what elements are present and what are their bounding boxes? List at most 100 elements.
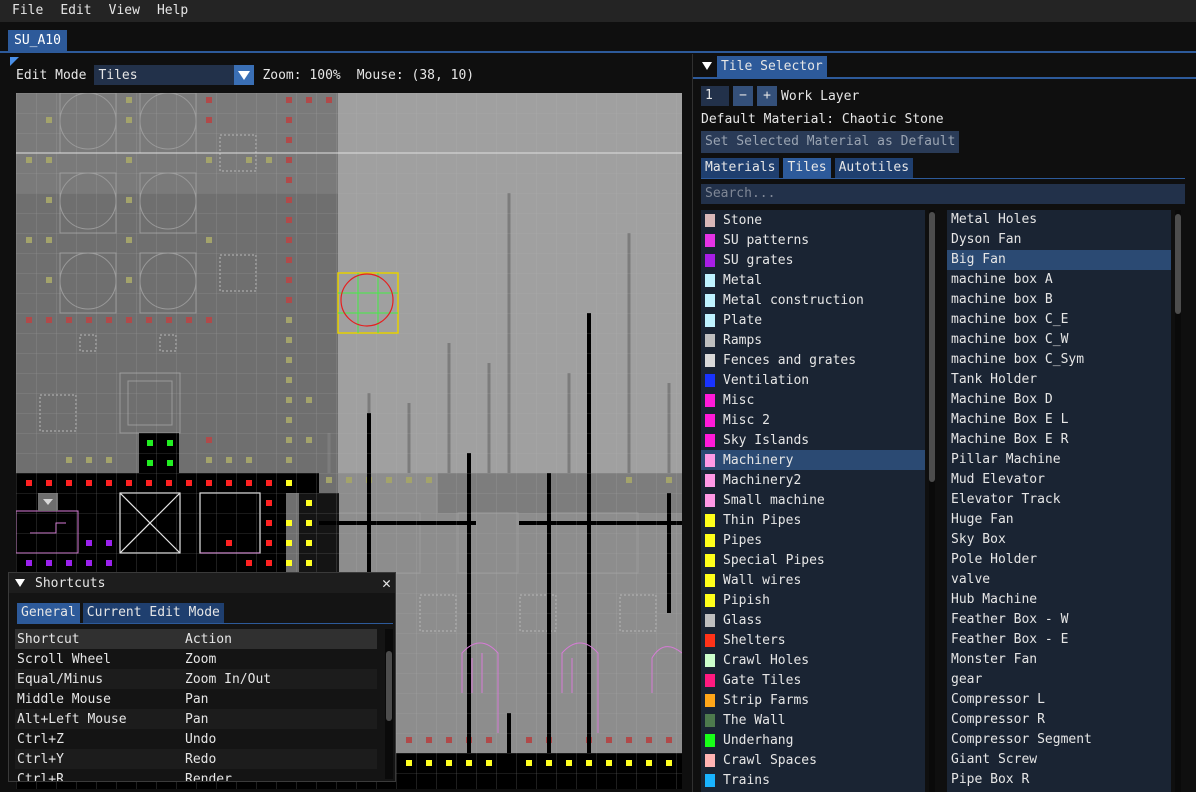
category-item[interactable]: Underhang — [701, 730, 925, 750]
tile-item[interactable]: Pipe Box R — [947, 770, 1171, 790]
shortcuts-titlebar[interactable]: Shortcuts ✕ — [9, 573, 395, 593]
column-header-shortcut: Shortcut — [15, 629, 183, 649]
work-layer-input[interactable]: 1 — [701, 86, 729, 106]
tile-item[interactable]: machine box A — [947, 270, 1171, 290]
menu-edit[interactable]: Edit — [53, 0, 98, 22]
category-item[interactable]: Sky Islands — [701, 430, 925, 450]
scrollbar-thumb[interactable] — [929, 212, 935, 482]
category-item[interactable]: Plate — [701, 310, 925, 330]
category-item[interactable]: Misc — [701, 390, 925, 410]
color-swatch-icon — [705, 493, 715, 507]
category-item[interactable]: Ventilation — [701, 370, 925, 390]
category-item[interactable]: Strip Farms — [701, 690, 925, 710]
table-row: Ctrl+Y Redo — [15, 749, 377, 769]
tile-item[interactable]: Compressor L — [947, 690, 1171, 710]
tab-tiles[interactable]: Tiles — [783, 158, 831, 178]
category-scrollbar[interactable] — [929, 210, 935, 792]
tile-item[interactable]: Monster Fan — [947, 650, 1171, 670]
work-layer-decrement-button[interactable]: − — [733, 86, 753, 106]
category-item[interactable]: Ramps — [701, 330, 925, 350]
work-layer-increment-button[interactable]: + — [757, 86, 777, 106]
category-item[interactable]: Shelters — [701, 630, 925, 650]
color-swatch-icon — [705, 553, 715, 567]
category-item[interactable]: Machinery — [701, 450, 925, 470]
category-item[interactable]: Trains — [701, 770, 925, 790]
category-item[interactable]: Crawl Spaces — [701, 750, 925, 770]
collapse-triangle-icon[interactable] — [15, 579, 25, 587]
tile-item[interactable]: Tank Holder — [947, 370, 1171, 390]
tile-item[interactable]: Feather Box - E — [947, 630, 1171, 650]
tab-general[interactable]: General — [17, 603, 80, 623]
set-default-material-button[interactable]: Set Selected Material as Default — [701, 131, 960, 153]
category-item[interactable]: Gate Tiles — [701, 670, 925, 690]
tile-item[interactable]: Pillar Machine — [947, 450, 1171, 470]
tile-item[interactable]: Dyson Fan — [947, 230, 1171, 250]
shortcut-key: Alt+Left Mouse — [15, 709, 183, 729]
category-label: Pipish — [723, 592, 770, 608]
tile-item[interactable]: Compressor Segment — [947, 730, 1171, 750]
tile-item[interactable]: machine box C_E — [947, 310, 1171, 330]
tile-item[interactable]: Sky Box — [947, 530, 1171, 550]
category-item[interactable]: The Wall — [701, 710, 925, 730]
shortcuts-scrollbar[interactable] — [385, 629, 393, 779]
color-swatch-icon — [705, 333, 715, 347]
color-swatch-icon — [705, 693, 715, 707]
tile-item[interactable]: Metal Holes — [947, 210, 1171, 230]
category-item[interactable]: Metal — [701, 270, 925, 290]
menu-view[interactable]: View — [102, 0, 147, 22]
shortcut-action: Pan — [185, 691, 209, 707]
tile-scrollbar[interactable] — [1175, 210, 1181, 792]
tile-item[interactable]: Big Fan — [947, 250, 1171, 270]
menu-file[interactable]: File — [5, 0, 50, 22]
tile-item[interactable]: gear — [947, 670, 1171, 690]
category-item[interactable]: Fences and grates — [701, 350, 925, 370]
tile-item[interactable]: Machine Box D — [947, 390, 1171, 410]
category-item[interactable]: Misc 2 — [701, 410, 925, 430]
scrollbar-thumb[interactable] — [1175, 214, 1181, 314]
tile-item[interactable]: Giant Screw — [947, 750, 1171, 770]
category-label: Sky Islands — [723, 432, 810, 448]
document-tab[interactable]: SU_A10 — [8, 30, 67, 52]
chevron-down-icon[interactable] — [234, 65, 255, 85]
tile-item[interactable]: Mud Elevator — [947, 470, 1171, 490]
tile-item[interactable]: machine box C_Sym — [947, 350, 1171, 370]
tab-autotiles[interactable]: Autotiles — [834, 158, 914, 178]
category-item[interactable]: Stone — [701, 210, 925, 230]
search-input[interactable]: Search... — [701, 184, 1185, 204]
menu-help[interactable]: Help — [150, 0, 195, 22]
scrollbar-thumb[interactable] — [386, 651, 392, 721]
color-swatch-icon — [705, 733, 715, 747]
edit-mode-dropdown[interactable]: Tiles — [94, 65, 255, 85]
tile-item[interactable]: Hub Machine — [947, 590, 1171, 610]
tile-item[interactable]: Machine Box E L — [947, 410, 1171, 430]
tile-item[interactable]: Pole Holder — [947, 550, 1171, 570]
tile-item[interactable]: Machine Box E R — [947, 430, 1171, 450]
category-item[interactable]: SU patterns — [701, 230, 925, 250]
tile-item[interactable]: valve — [947, 570, 1171, 590]
category-item[interactable]: Glass — [701, 610, 925, 630]
tile-item[interactable]: Compressor R — [947, 710, 1171, 730]
category-item[interactable]: Pipish — [701, 590, 925, 610]
category-item[interactable]: Wall wires — [701, 570, 925, 590]
category-item[interactable]: Metal construction — [701, 290, 925, 310]
collapse-triangle-icon[interactable] — [702, 62, 712, 70]
color-swatch-icon — [705, 393, 715, 407]
tile-item[interactable]: machine box B — [947, 290, 1171, 310]
tile-selector-title[interactable]: Tile Selector — [717, 56, 827, 77]
tile-item[interactable]: machine box C_W — [947, 330, 1171, 350]
category-item[interactable]: Small machine — [701, 490, 925, 510]
category-item[interactable]: Pipes — [701, 530, 925, 550]
color-swatch-icon — [705, 253, 715, 267]
category-item[interactable]: Machinery2 — [701, 470, 925, 490]
category-label: SU patterns — [723, 232, 810, 248]
category-item[interactable]: Thin Pipes — [701, 510, 925, 530]
close-icon[interactable]: ✕ — [382, 573, 391, 593]
tile-item[interactable]: Huge Fan — [947, 510, 1171, 530]
tile-item[interactable]: Feather Box - W — [947, 610, 1171, 630]
tab-current-edit-mode[interactable]: Current Edit Mode — [82, 603, 224, 623]
category-item[interactable]: Crawl Holes — [701, 650, 925, 670]
category-item[interactable]: Special Pipes — [701, 550, 925, 570]
tab-materials[interactable]: Materials — [701, 158, 780, 178]
category-item[interactable]: SU grates — [701, 250, 925, 270]
tile-item[interactable]: Elevator Track — [947, 490, 1171, 510]
